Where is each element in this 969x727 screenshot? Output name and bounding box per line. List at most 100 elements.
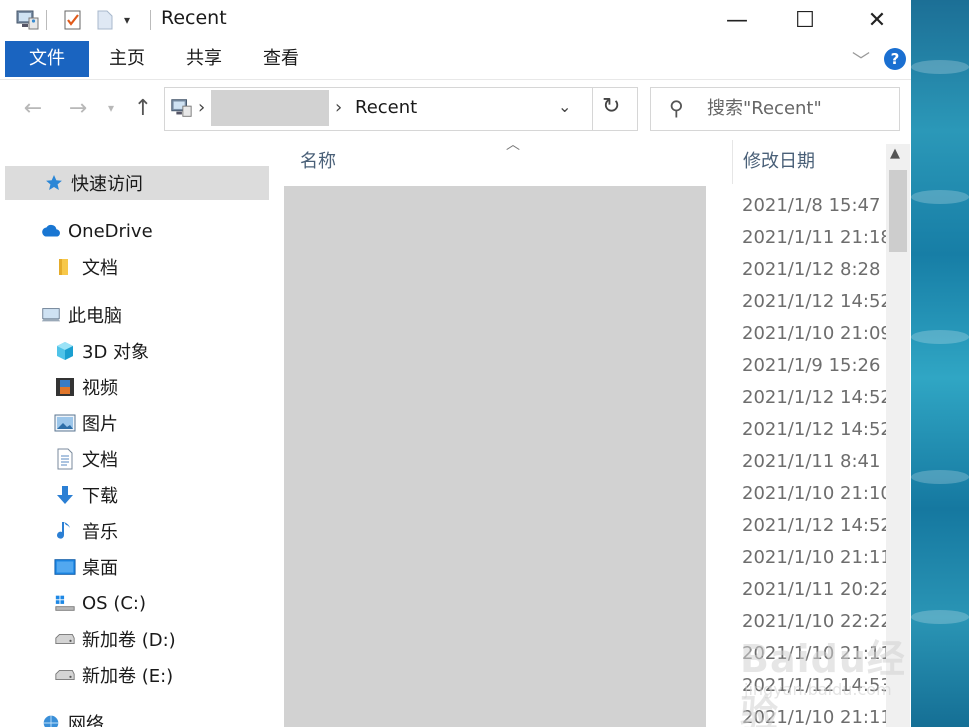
download-arrow-icon — [54, 484, 76, 506]
nav-3d-objects[interactable]: 3D 对象 — [54, 334, 149, 368]
cloud-icon — [40, 220, 62, 242]
breadcrumb-chevron-icon[interactable]: › — [198, 97, 205, 118]
tab-view[interactable]: 查看 — [250, 41, 312, 77]
file-modified-date[interactable]: 2021/1/11 21:18 — [742, 222, 886, 254]
nav-label: 桌面 — [82, 558, 118, 579]
nav-label: 新加卷 (D:) — [82, 630, 176, 651]
address-bar[interactable]: › › Recent ⌄ ↻ — [164, 87, 638, 131]
nav-onedrive[interactable]: OneDrive — [40, 214, 153, 248]
redacted-file-names — [284, 186, 706, 727]
cube-icon — [54, 340, 76, 362]
up-arrow-icon[interactable]: ↑ — [128, 93, 158, 123]
nav-downloads[interactable]: 下载 — [54, 478, 118, 512]
file-modified-date[interactable]: 2021/1/9 15:26 — [742, 350, 886, 382]
breadcrumb-chevron-icon[interactable]: › — [335, 97, 342, 118]
baidu-watermark-url: jingyan.baidu.com — [744, 680, 892, 699]
nav-pictures[interactable]: 图片 — [54, 406, 118, 440]
nav-music[interactable]: 音乐 — [54, 514, 118, 548]
sort-ascending-icon: ︿ — [506, 137, 520, 153]
pc-icon — [40, 304, 62, 326]
file-modified-date[interactable]: 2021/1/12 14:52 — [742, 286, 886, 318]
drive-icon — [54, 628, 76, 650]
recent-locations-chevron-icon[interactable]: ▾ — [100, 93, 122, 123]
refresh-icon[interactable]: ↻ — [602, 94, 620, 119]
nav-label: 文档 — [82, 258, 118, 279]
expand-ribbon-chevron-icon[interactable]: ﹀ — [852, 47, 870, 73]
nav-drive-d[interactable]: 新加卷 (D:) — [54, 622, 176, 656]
network-icon — [40, 712, 62, 727]
nav-videos[interactable]: 视频 — [54, 370, 118, 404]
file-modified-date[interactable]: 2021/1/10 21:10 — [742, 478, 886, 510]
breadcrumb-recent[interactable]: Recent — [355, 97, 417, 118]
file-modified-date[interactable]: 2021/1/10 21:09 — [742, 318, 886, 350]
nav-label: 此电脑 — [68, 306, 122, 327]
system-drive-icon — [54, 592, 76, 614]
window-title: Recent — [161, 7, 227, 29]
column-header-name[interactable]: 名称 — [300, 140, 336, 184]
file-modified-date[interactable]: 2021/1/11 8:41 — [742, 446, 886, 478]
computer-icon — [169, 96, 193, 125]
nav-drive-e[interactable]: 新加卷 (E:) — [54, 658, 173, 692]
nav-label: 音乐 — [82, 522, 118, 543]
customize-toolbar-chevron-icon[interactable]: ▾ — [124, 8, 130, 32]
music-note-icon — [54, 520, 76, 542]
nav-label: 文档 — [82, 450, 118, 471]
folder-icon — [54, 256, 76, 278]
back-arrow-icon[interactable]: ← — [18, 93, 48, 123]
file-modified-date[interactable]: 2021/1/12 14:52 — [742, 414, 886, 446]
nav-label: 3D 对象 — [82, 342, 150, 363]
forward-arrow-icon[interactable]: → — [63, 93, 93, 123]
nav-label: OneDrive — [68, 220, 153, 242]
explorer-window: ▾ Recent — ☐ ✕ 文件 主页 共享 查看 ﹀ ? ← → ▾ ↑ ›… — [0, 0, 911, 727]
file-modified-date[interactable]: 2021/1/8 15:47 — [742, 190, 886, 222]
star-icon — [43, 172, 65, 194]
nav-this-pc[interactable]: 此电脑 — [40, 298, 122, 332]
nav-label: 快速访问 — [71, 174, 143, 195]
nav-label: 网络 — [68, 714, 104, 727]
properties-icon[interactable] — [62, 8, 84, 32]
nav-label: 新加卷 (E:) — [82, 666, 174, 687]
desktop-icon — [54, 556, 76, 578]
navigation-bar: ← → ▾ ↑ › › Recent ⌄ ↻ ⚲ — [0, 80, 911, 138]
nav-label: OS (C:) — [82, 592, 146, 614]
maximize-button[interactable]: ☐ — [770, 0, 840, 40]
column-header-modified[interactable]: 修改日期 — [743, 140, 815, 184]
tab-file[interactable]: 文件 — [5, 41, 89, 77]
navigation-pane: 快速访问 OneDrive 文档 此电脑 3D 对象 视频 图片 文档 下载 音… — [0, 140, 273, 727]
nav-drive-c[interactable]: OS (C:) — [54, 586, 146, 620]
nav-label: 下载 — [82, 486, 118, 507]
tab-home[interactable]: 主页 — [96, 41, 158, 77]
help-icon[interactable]: ? — [884, 48, 906, 70]
baidu-watermark: Baidu经验 — [740, 637, 906, 727]
file-modified-date[interactable]: 2021/1/12 8:28 — [742, 254, 886, 286]
search-box: ⚲ — [650, 87, 900, 131]
scrollbar-thumb[interactable] — [889, 170, 907, 252]
redacted-breadcrumb — [211, 90, 329, 126]
document-icon — [54, 448, 76, 470]
file-modified-date[interactable]: 2021/1/10 21:11 — [742, 542, 886, 574]
tab-share[interactable]: 共享 — [173, 41, 235, 77]
computer-icon[interactable] — [14, 8, 40, 32]
scroll-up-arrow-icon[interactable]: ▲ — [890, 146, 900, 161]
nav-network[interactable]: 网络 — [40, 706, 104, 727]
nav-label: 图片 — [82, 414, 118, 435]
drive-icon — [54, 664, 76, 686]
nav-desktop[interactable]: 桌面 — [54, 550, 118, 584]
nav-onedrive-documents[interactable]: 文档 — [54, 250, 118, 284]
file-modified-date[interactable]: 2021/1/12 14:52 — [742, 382, 886, 414]
nav-documents[interactable]: 文档 — [54, 442, 118, 476]
new-folder-icon[interactable] — [95, 8, 115, 32]
file-modified-date[interactable]: 2021/1/12 14:52 — [742, 510, 886, 542]
address-dropdown-chevron-icon[interactable]: ⌄ — [558, 97, 571, 116]
minimize-button[interactable]: — — [702, 0, 772, 40]
search-input[interactable] — [707, 94, 887, 122]
desktop-background — [911, 0, 969, 727]
search-icon: ⚲ — [669, 96, 684, 120]
nav-quick-access[interactable]: 快速访问 — [5, 166, 269, 200]
picture-icon — [54, 412, 76, 434]
close-button[interactable]: ✕ — [842, 0, 911, 40]
title-bar: ▾ Recent — ☐ ✕ — [0, 0, 911, 40]
nav-label: 视频 — [82, 378, 118, 399]
file-modified-date[interactable]: 2021/1/11 20:22 — [742, 574, 886, 606]
ribbon-tabs: 文件 主页 共享 查看 ﹀ ? — [0, 41, 911, 80]
